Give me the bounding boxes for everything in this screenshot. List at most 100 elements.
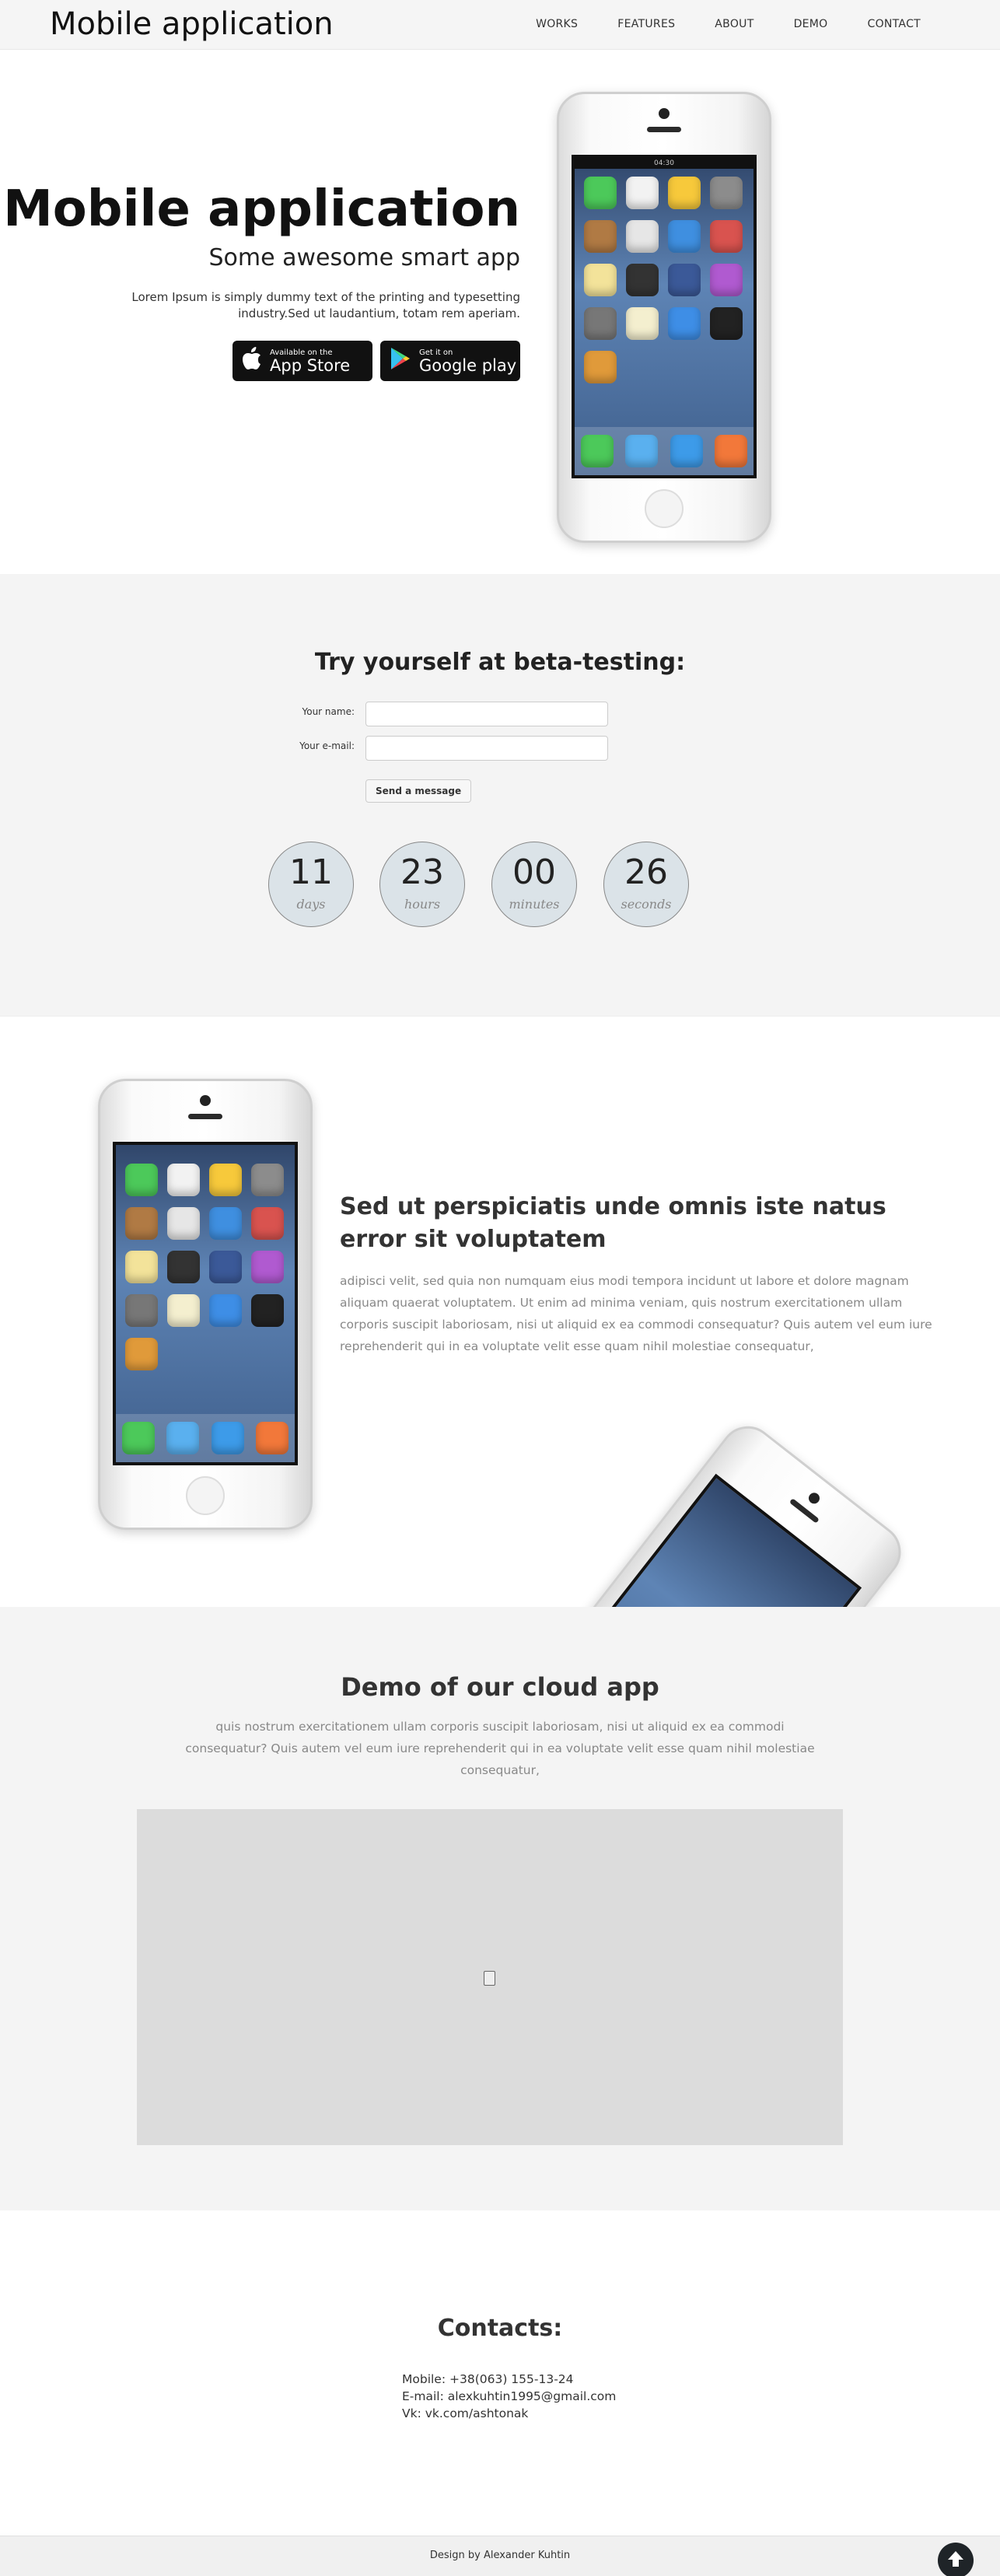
newsstand-app-icon (584, 220, 617, 253)
contacts-section: Contacts: Mobile: +38(063) 155-13-24 E-m… (0, 2210, 1000, 2536)
messages-app-icon (125, 1164, 158, 1196)
send-message-button[interactable]: Send a message (365, 779, 472, 803)
countdown-hours-label: hours (404, 897, 441, 912)
nav-link-features[interactable]: FEATURES (617, 18, 675, 30)
countdown-minutes-label: minutes (509, 897, 560, 912)
broken-document-icon (484, 1971, 495, 1986)
footer-credit: Design by Alexander Kuhtin (429, 2550, 571, 2561)
countdown-hours-value: 23 (400, 852, 444, 892)
camera-app-icon (710, 177, 743, 209)
contact-email[interactable]: E-mail: alexkuhtin1995@gmail.com (402, 2388, 616, 2405)
notes-app-icon (125, 1251, 158, 1283)
countdown-seconds-value: 26 (624, 852, 668, 892)
navbar: Mobile application WORKS FEATURES ABOUT … (0, 0, 1000, 50)
countdown-days: 11 days (268, 842, 354, 927)
features-title: Sed ut perspiciatis unde omnis iste natu… (340, 1193, 886, 1253)
countdown-days-label: days (296, 897, 326, 912)
hero-phone-image: 04:30 (557, 92, 771, 543)
itunes-app-icon (710, 264, 743, 296)
safari-app-icon (670, 435, 703, 467)
ibooks-app-icon (125, 1338, 158, 1370)
newsstand-app-icon (125, 1207, 158, 1240)
settings-app-icon (584, 307, 617, 340)
game-center-app-icon (710, 220, 743, 253)
countdown-seconds-label: seconds (621, 897, 672, 912)
hero-description: Lorem Ipsum is simply dummy text of the … (131, 290, 520, 320)
contact-mobile: Mobile: +38(063) 155-13-24 (402, 2372, 574, 2386)
videos-app-icon (626, 264, 659, 296)
app-store-button[interactable]: Available on the App Store (233, 341, 372, 381)
maps-app-icon (167, 1294, 200, 1327)
game-center-app-icon (251, 1207, 284, 1240)
phone-camera (659, 108, 670, 119)
phone-speaker (188, 1114, 222, 1119)
features-phone-image (98, 1079, 313, 1530)
videos-app-icon (167, 1251, 200, 1283)
apple-icon (242, 346, 262, 376)
photos-app-icon (209, 1164, 242, 1196)
nav-link-contact[interactable]: CONTACT (868, 18, 921, 30)
nav-link-about[interactable]: ABOUT (715, 18, 753, 30)
facebook-app-icon (209, 1251, 242, 1283)
tilted-phone-image (484, 1415, 912, 1607)
hero-section: Mobile application Some awesome smart ap… (0, 50, 1000, 574)
google-play-small-text: Get it on (419, 348, 453, 357)
phone-status-bar: 04:30 (575, 158, 753, 169)
countdown-seconds: 26 seconds (603, 842, 689, 927)
google-play-big-text: Google play (419, 355, 517, 375)
contact-vk[interactable]: Vk: vk.com/ashtonak (402, 2405, 616, 2422)
name-label: Your name: (302, 706, 355, 717)
email-input[interactable] (365, 736, 608, 761)
brand-logo[interactable]: Mobile application (50, 6, 334, 42)
demo-text: quis nostrum exercitationem ullam corpor… (185, 1720, 815, 1777)
app-store-app-icon (209, 1207, 242, 1240)
mail-app-icon (166, 1422, 200, 1454)
hero-title: Mobile application (3, 180, 520, 238)
calendar-app-icon (626, 177, 659, 209)
demo-section: Demo of our cloud app quis nostrum exerc… (0, 1607, 1000, 2210)
email-label: Your e-mail: (299, 740, 355, 751)
messages-app-icon (584, 177, 617, 209)
beta-testing-section: Try yourself at beta-testing: Your name:… (0, 574, 1000, 1016)
app-store-big-text: App Store (270, 355, 351, 375)
app-icon-grid (125, 1164, 284, 1370)
reminders-app-icon (167, 1207, 200, 1240)
safari-app-icon (211, 1422, 244, 1454)
photos-app-icon (668, 177, 701, 209)
app-store-app-icon (668, 220, 701, 253)
nav-link-works[interactable]: WORKS (536, 18, 578, 30)
countdown-minutes: 00 minutes (491, 842, 577, 927)
notes-app-icon (584, 264, 617, 296)
phone-camera (200, 1095, 211, 1106)
countdown-hours: 23 hours (379, 842, 465, 927)
weather-app-icon (209, 1294, 242, 1327)
scroll-to-top-button[interactable] (938, 2543, 974, 2576)
mail-app-icon (625, 435, 659, 467)
phone-screen (113, 1142, 298, 1465)
clock-app-icon (251, 1294, 284, 1327)
calendar-app-icon (167, 1164, 200, 1196)
phone-camera (806, 1490, 822, 1507)
name-input[interactable] (365, 702, 608, 726)
camera-app-icon (251, 1164, 284, 1196)
phone-home-button (186, 1476, 225, 1515)
countdown-minutes-value: 00 (512, 852, 556, 892)
features-section: Sed ut perspiciatis unde omnis iste natu… (0, 1016, 1000, 1607)
phone-home-button (645, 489, 684, 528)
phone-dock (116, 1414, 295, 1462)
demo-embed-frame[interactable] (137, 1809, 843, 2145)
nav-link-demo[interactable]: DEMO (794, 18, 828, 30)
music-app-icon (256, 1422, 289, 1454)
beta-title: Try yourself at beta-testing: (314, 649, 686, 676)
phone-app-icon (121, 1422, 155, 1454)
phone-dock (575, 427, 753, 475)
weather-app-icon (668, 307, 701, 340)
contacts-title: Contacts: (437, 2315, 563, 2342)
maps-app-icon (626, 307, 659, 340)
google-play-button[interactable]: Get it on Google play (380, 341, 520, 381)
phone-screen: 04:30 (572, 155, 757, 478)
demo-title: Demo of our cloud app (341, 1672, 659, 1702)
settings-app-icon (125, 1294, 158, 1327)
main-nav: WORKS FEATURES ABOUT DEMO CONTACT (496, 18, 921, 30)
music-app-icon (715, 435, 748, 467)
